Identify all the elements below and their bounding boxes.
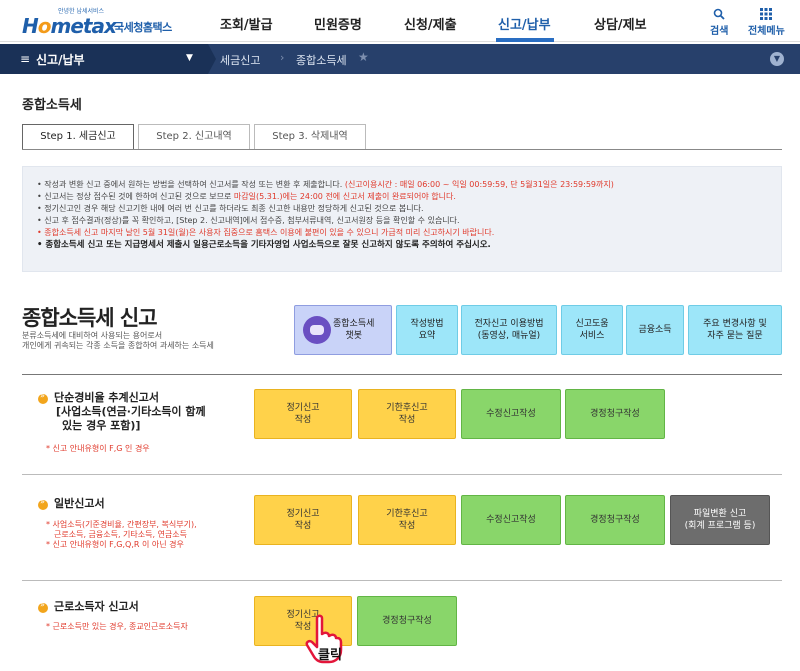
all-menu-label: 전체메뉴 xyxy=(748,26,785,37)
section-title: 종합소득세 신고 xyxy=(22,306,158,330)
breadcrumb-tax-report[interactable]: 세금신고 xyxy=(220,52,260,68)
search-label: 검색 xyxy=(710,26,729,37)
row-title-simple-expense: 단순경비율 추계신고서 [사업소득(연금·기타소득이 함께 있는 경우 포함)] xyxy=(54,391,206,432)
regular-filing-button[interactable]: 정기신고 작성 xyxy=(254,389,352,439)
location-level1[interactable]: ≡ 신고/납부 ▼ xyxy=(0,44,208,74)
notice-box: • 작성과 변환 신고 중에서 원하는 방법을 선택하여 신고서를 작성 또는 … xyxy=(22,166,782,272)
tab-step1[interactable]: Step 1. 세금신고 xyxy=(22,124,134,150)
notice-line: • 작성과 변환 신고 중에서 원하는 방법을 선택하여 신고서를 작성 또는 … xyxy=(37,180,614,189)
row-note: * 근로소득만 있는 경우, 종교인근로소득자 xyxy=(46,622,188,631)
row-divider xyxy=(22,474,782,475)
tab-step2[interactable]: Step 2. 신고내역 xyxy=(138,124,250,150)
nav-report-payment[interactable]: 신고/납부 xyxy=(498,14,551,33)
notice-line: • 정기신고인 경우 해당 신고기한 내에 여러 번 신고를 하더라도 최종 신… xyxy=(37,204,424,213)
late-filing-button[interactable]: 기한후신고 작성 xyxy=(358,389,456,439)
dropdown-arrow-icon: ▼ xyxy=(186,53,193,63)
filing-help-service-button[interactable]: 신고도움 서비스 xyxy=(561,305,623,355)
late-filing-button[interactable]: 기한후신고 작성 xyxy=(358,495,456,545)
favorite-star-icon[interactable]: ★ xyxy=(358,50,369,64)
logo-wordmark: Hometax xyxy=(22,14,117,38)
row-divider xyxy=(22,580,782,581)
notice-line: • 신고 후 접수결과(정상)를 꼭 확인하고, [Step 2. 신고내역]에… xyxy=(37,216,460,225)
chatbot-label: 종합소득세 챗봇 xyxy=(333,319,375,341)
all-menu-button[interactable]: 전체메뉴 xyxy=(748,8,785,37)
regular-filing-button[interactable]: 정기신고 작성 xyxy=(254,495,352,545)
nav-inquiry[interactable]: 조회/발급 xyxy=(220,14,273,33)
location-level1-label: 신고/납부 xyxy=(36,53,85,67)
guide-summary-button[interactable]: 작성방법 요약 xyxy=(396,305,458,355)
click-label: 클릭 xyxy=(318,648,342,663)
amended-filing-button[interactable]: 수정신고작성 xyxy=(461,389,561,439)
row-note: * 사업소득(기준경비율, 간편장부, 복식부기), 근로소득, 금융소득, 기… xyxy=(46,520,197,549)
page-title: 종합소득세 xyxy=(22,98,82,113)
row-title-general: 일반신고서 xyxy=(54,497,105,510)
section-divider xyxy=(22,374,782,375)
breadcrumb-separator xyxy=(208,44,216,74)
hamburger-icon: ≡ xyxy=(20,52,31,66)
nav-active-indicator xyxy=(496,38,554,42)
expand-circle-icon[interactable]: ▼ xyxy=(770,52,784,66)
nav-consult[interactable]: 상담/제보 xyxy=(594,14,647,33)
amended-filing-button[interactable]: 수정신고작성 xyxy=(461,495,561,545)
bullet-icon xyxy=(38,600,48,613)
chatbot-button[interactable]: 종합소득세 챗봇 xyxy=(294,305,392,355)
faq-changes-button[interactable]: 주요 변경사항 및 자주 묻는 질문 xyxy=(688,305,782,355)
search-icon xyxy=(710,8,728,22)
hometax-logo[interactable]: 안녕한 납세서비스 Hometax 국세청홈택스 xyxy=(20,6,172,38)
notice-line: • 신고서는 정상 접수된 것에 한하여 신고된 것으로 보므로 마감일(5.3… xyxy=(37,192,456,201)
financial-income-button[interactable]: 금융소득 xyxy=(626,305,684,355)
nav-certificate[interactable]: 민원증명 xyxy=(314,14,362,33)
correction-claim-button[interactable]: 경정청구작성 xyxy=(565,495,665,545)
correction-claim-button[interactable]: 경정청구작성 xyxy=(565,389,665,439)
breadcrumb-chevron-icon: › xyxy=(280,51,285,64)
bullet-icon xyxy=(38,391,48,404)
grid-menu-icon xyxy=(748,8,785,22)
bullet-icon xyxy=(38,497,48,510)
logo-name: 국세청홈택스 xyxy=(114,21,172,34)
e-filing-guide-button[interactable]: 전자신고 이용방법 (동영상, 매뉴얼) xyxy=(461,305,557,355)
search-button[interactable]: 검색 xyxy=(710,8,728,37)
notice-line: • 종합소득세 신고 마지막 날인 5월 31일(월)은 사용자 집중으로 홈택… xyxy=(37,228,495,237)
file-conversion-filing-button[interactable]: 파일변환 신고 (회계 프로그램 등) xyxy=(670,495,770,545)
notice-line: • 종합소득세 신고 또는 지급명세서 제출시 일용근로소득을 기타자영업 사업… xyxy=(37,240,491,250)
top-header: 안녕한 납세서비스 Hometax 국세청홈택스 조회/발급 민원증명 신청/제… xyxy=(0,0,800,42)
location-bar: ≡ 신고/납부 ▼ 세금신고 › 종합소득세 ★ ▼ xyxy=(0,44,800,74)
chatbot-icon xyxy=(303,316,331,344)
row-title-earned-income: 근로소득자 신고서 xyxy=(54,600,139,613)
nav-application[interactable]: 신청/제출 xyxy=(404,14,457,33)
correction-claim-button[interactable]: 경정청구작성 xyxy=(357,596,457,646)
tab-step3[interactable]: Step 3. 삭제내역 xyxy=(254,124,366,150)
tab-baseline xyxy=(22,149,782,150)
row-note: * 신고 안내유형이 F,G 인 경우 xyxy=(46,444,150,453)
section-description: 분류소득세에 대비하여 사용되는 용어로서 개인에게 귀속되는 각종 소득을 종… xyxy=(22,331,214,350)
breadcrumb-income-tax[interactable]: 종합소득세 xyxy=(296,52,347,68)
